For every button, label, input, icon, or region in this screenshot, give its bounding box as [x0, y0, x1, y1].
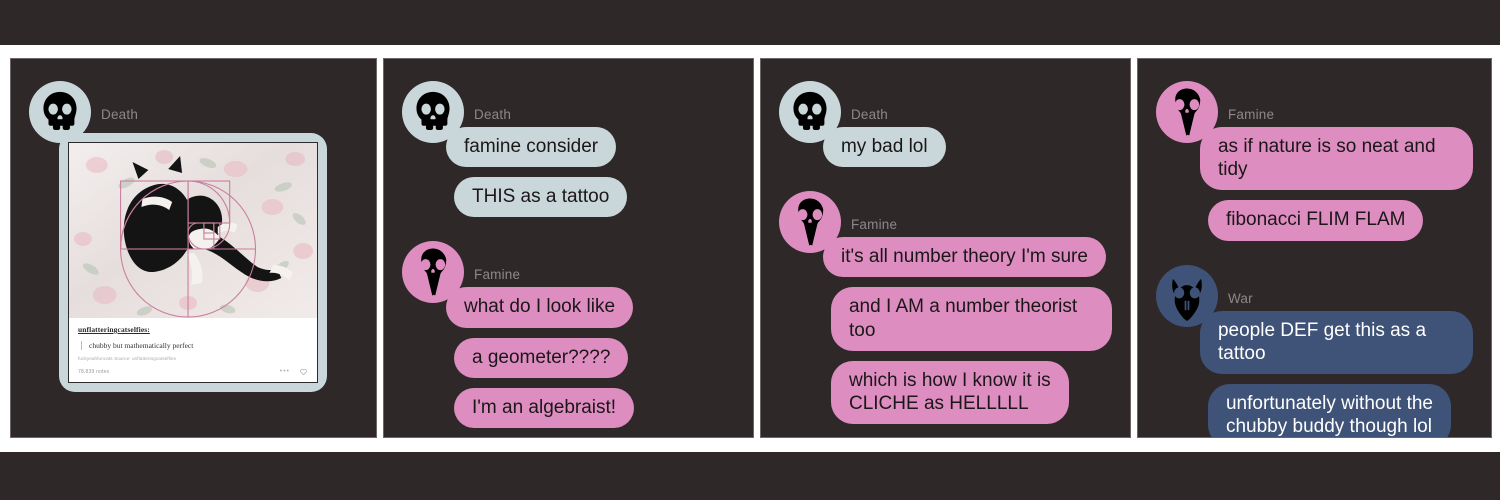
tumblr-post-card[interactable]: unflatteringcatselfies: chubby but mathe… — [68, 142, 318, 383]
message-group-famine: Famine it's all number theory I'm sure a… — [778, 191, 1112, 434]
speaker-name-label: Death — [101, 107, 139, 122]
speaker-name-label: Death — [850, 107, 889, 122]
chat-bubble[interactable]: which is how I know it is CLICHE as HELL… — [830, 360, 1069, 425]
chat-bubble[interactable]: I'm an algebraist! — [454, 387, 635, 428]
chat-bubble[interactable]: a geometer???? — [454, 337, 629, 378]
post-action-group: ••• — [280, 367, 308, 376]
bird-skull-icon — [1155, 81, 1218, 143]
comic-panel-2: Death famine consider THIS as a tattoo F… — [383, 58, 754, 438]
horned-skull-icon — [1155, 264, 1218, 327]
post-source-line: fuckyeahfuncats Source: unflatteringcats… — [78, 356, 177, 361]
comic-panel-3: Death my bad lol Famine it's all number … — [759, 58, 1131, 438]
chat-bubble[interactable]: people DEF get this as a tattoo — [1199, 310, 1473, 374]
chat-bubble[interactable]: my bad lol — [822, 127, 946, 168]
post-body: unflatteringcatselfies: chubby but mathe… — [69, 318, 317, 382]
screen: Death unflatteringcatselfies: chubby but… — [0, 0, 1500, 500]
human-skull-icon — [778, 81, 841, 143]
more-dots-icon[interactable]: ••• — [280, 368, 290, 375]
heart-icon[interactable] — [299, 367, 308, 376]
post-quote-text: chubby but mathematically perfect — [81, 341, 308, 350]
chat-bubble[interactable]: fibonacci FLIM FLAM — [1207, 200, 1424, 241]
post-username[interactable]: unflatteringcatselfies: — [78, 325, 308, 334]
message-group-death: Death my bad lol — [778, 81, 1112, 177]
chat-bubble[interactable]: and I AM a number theorist too — [830, 287, 1112, 351]
cat-photo — [69, 143, 317, 318]
human-skull-icon — [402, 81, 464, 143]
chat-bubble[interactable]: it's all number theory I'm sure — [822, 237, 1106, 278]
tumblr-post-wrapper: unflatteringcatselfies: chubby but mathe… — [29, 95, 358, 392]
comic-panel-1: Death unflatteringcatselfies: chubby but… — [10, 58, 377, 438]
speaker-name-label: Famine — [474, 267, 521, 283]
chat-bubble[interactable]: THIS as a tattoo — [454, 177, 628, 218]
top-letterbox-bar — [0, 0, 1500, 45]
message-group-famine: Famine as if nature is so neat and tidy … — [1155, 81, 1473, 251]
speaker-name-label: Famine — [850, 217, 898, 233]
speaker-name-label: Famine — [1227, 107, 1275, 122]
message-group-famine: Famine what do I look like a geometer???… — [402, 241, 735, 437]
post-notes-count: 78,839 notes — [78, 368, 110, 375]
message-group-death: Death famine consider THIS as a tattoo — [402, 81, 735, 227]
post-footer: 78,839 notes ••• — [78, 367, 308, 376]
comic-panel-4: Famine as if nature is so neat and tidy … — [1136, 58, 1492, 438]
bird-skull-icon — [778, 191, 841, 254]
bird-skull-icon — [402, 241, 464, 304]
device-frame: unflatteringcatselfies: chubby but mathe… — [59, 133, 327, 392]
bottom-letterbox-bar — [0, 452, 1500, 500]
chat-bubble[interactable]: what do I look like — [446, 287, 634, 328]
speaker-name-label: Death — [474, 107, 512, 122]
human-skull-icon — [29, 81, 91, 143]
chat-bubble[interactable]: unfortunately without the chubby buddy t… — [1207, 383, 1451, 437]
chat-bubble[interactable]: as if nature is so neat and tidy — [1199, 127, 1473, 191]
comic-panel-strip: Death unflatteringcatselfies: chubby but… — [10, 58, 1492, 438]
message-group-war: War people DEF get this as a tattoo unfo… — [1155, 264, 1473, 437]
speaker-name-label: War — [1227, 290, 1253, 306]
chat-bubble[interactable]: famine consider — [446, 127, 617, 168]
